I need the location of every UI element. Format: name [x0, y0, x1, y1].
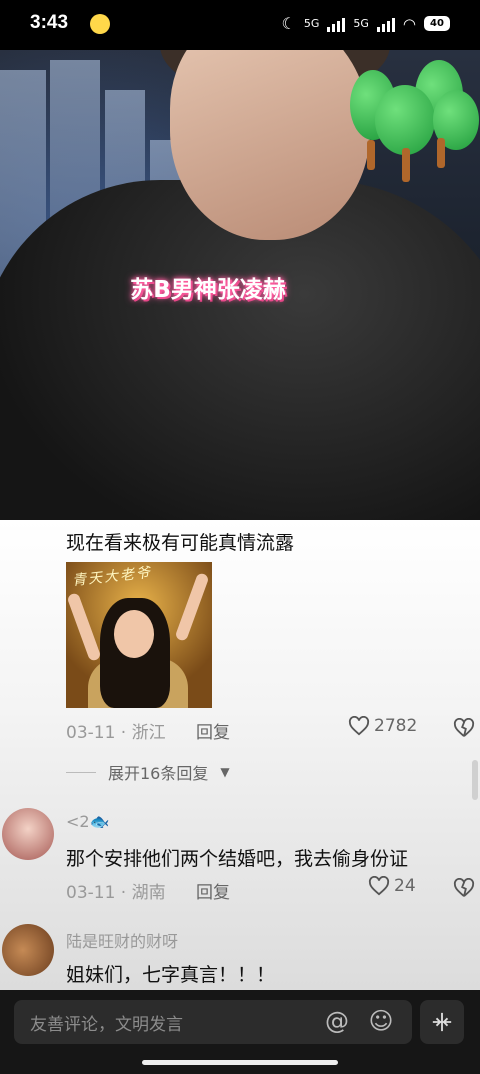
status-bar: 3:43 ☾ 5G 5G ◠ 40	[0, 0, 480, 50]
expand-replies-button[interactable]: 展开16条回复 ▼	[66, 760, 230, 784]
comment-input[interactable]: 友善评论，文明发言 @ ☺	[14, 1000, 412, 1044]
comment-image-text: 青天大老爷	[71, 564, 153, 590]
broken-heart-icon[interactable]	[453, 718, 475, 738]
avatar[interactable]	[2, 924, 54, 976]
like-count: 24	[394, 876, 416, 896]
like-count: 2782	[374, 716, 418, 736]
comment-bar: 友善评论，文明发言 @ ☺	[0, 990, 480, 1074]
comment-image[interactable]: 青天大老爷	[66, 562, 212, 708]
status-time: 3:43	[30, 12, 69, 33]
home-indicator	[142, 1060, 338, 1065]
fish-icon: 🐟	[89, 812, 110, 831]
divider	[66, 771, 96, 773]
reply-button[interactable]: 回复	[196, 718, 230, 743]
comment-username[interactable]: 陆是旺财的财呀	[66, 928, 178, 952]
like-button[interactable]: 2782	[348, 716, 417, 736]
comment-date: 03-11 · 湖南	[66, 883, 166, 903]
collapse-icon	[432, 1012, 452, 1032]
scrollbar[interactable]	[472, 760, 478, 800]
notification-app-icon	[90, 14, 110, 34]
comments-panel[interactable]: 现在看来极有可能真情流露 青天大老爷 03-11 · 浙江 回复 2782 展开…	[0, 520, 480, 990]
signal-icon-1	[327, 16, 346, 32]
avatar[interactable]	[2, 808, 54, 860]
collapse-button[interactable]	[420, 1000, 464, 1044]
tree-sticker	[345, 60, 480, 182]
emoji-icon[interactable]: ☺	[368, 1008, 394, 1034]
comment-text: 现在看来极有可能真情流露	[66, 532, 295, 554]
moon-icon: ☾	[281, 14, 296, 33]
network-label-1: 5G	[303, 17, 320, 30]
comment-input-placeholder: 友善评论，文明发言	[30, 1014, 183, 1035]
chevron-down-icon: ▼	[220, 765, 230, 779]
heart-icon	[348, 716, 370, 736]
comment-text: 姐妹们，七字真言！！！	[66, 964, 276, 986]
wifi-icon: ◠	[402, 14, 416, 33]
at-icon[interactable]: @	[324, 1008, 350, 1034]
like-button[interactable]: 24	[368, 876, 416, 896]
comment-username[interactable]: <2🐟	[66, 812, 110, 831]
video-player[interactable]: 苏B男神张凌赫	[0, 50, 480, 520]
broken-heart-icon[interactable]	[453, 878, 475, 898]
network-label-2: 5G	[353, 17, 369, 30]
comment-text: 那个安排他们两个结婚吧，我去偷身份证	[66, 848, 409, 870]
status-indicators: ☾ 5G 5G ◠ 40	[281, 14, 450, 33]
comment-date: 03-11 · 浙江	[66, 723, 166, 743]
expand-replies-label: 展开16条回复	[108, 764, 209, 783]
video-caption: 苏B男神张凌赫	[130, 277, 286, 303]
reply-button[interactable]: 回复	[196, 878, 230, 903]
battery-icon: 40	[424, 16, 450, 31]
heart-icon	[368, 876, 390, 896]
signal-icon-2	[376, 16, 395, 32]
